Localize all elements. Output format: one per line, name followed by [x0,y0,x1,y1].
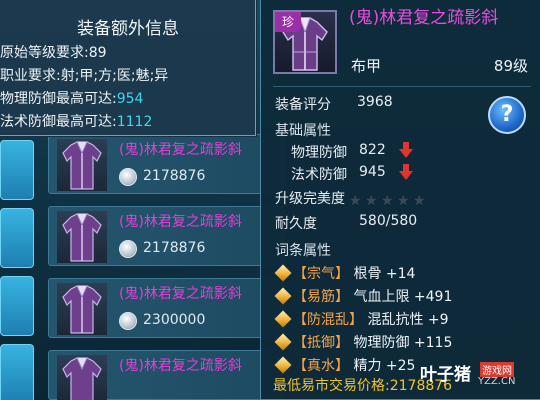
category-tab[interactable] [0,140,34,200]
affix-tag: 【易筋】 [293,289,349,305]
upgrade-perfection-label: 升级完美度 [275,191,345,207]
upgrade-stars: ★ ★ ★ ★ ★ [349,190,429,209]
affix-tag: 【防混乱】 [293,312,363,328]
extra-info-tooltip: 装备额外信息 原始等级要求:89 职业要求:射;甲;方;医;魅;异 物理防御最高… [0,0,256,136]
max-phys-def-line: 物理防御最高可达:954 [0,88,143,108]
watermark-logo-text: 叶子猪 [420,365,471,385]
list-item[interactable]: (鬼)林君复之疏影斜 2178876 [48,134,284,194]
affix-tag: 【真水】 [293,358,349,374]
phys-def-value: 822 [359,142,386,158]
category-tab[interactable] [0,276,34,336]
affix-line: 【抵御】 物理防御 +115 [293,332,452,352]
score-value: 3968 [357,94,393,110]
robe-icon [57,211,107,263]
site-watermark: 叶子猪 游戏网 YZZ.CN [416,360,536,396]
affix-line: 【易筋】 气血上限 +491 [293,286,452,306]
max-mag-def-line: 法术防御最高可达:1112 [0,111,152,131]
item-price: 2300000 [143,312,206,328]
help-button[interactable]: ? [488,96,526,134]
robe-icon [57,355,107,400]
item-icon: 珍 [273,10,337,74]
category-tab[interactable] [0,208,34,268]
line-label: 物理防御最高可达: [0,91,117,107]
item-name: (鬼)林君复之疏影斜 [119,142,242,158]
list-item[interactable]: (鬼)林君复之疏影斜 [48,350,284,400]
affix-line: 【真水】 精力 +25 [293,355,415,375]
mag-def-label: 法术防御 [291,167,347,183]
class-requirement-line: 职业要求:射;甲;方;医;魅;异 [0,65,168,85]
affix-text: 物理防御 +115 [353,335,453,351]
diamond-icon [274,356,292,374]
base-attributes-heading: 基础属性 [275,123,331,139]
phys-def-label: 物理防御 [291,145,347,161]
divider [273,86,531,87]
rarity-tag: 珍 [275,12,301,32]
affix-tag: 【抵御】 [293,335,349,351]
star-icon: ★ [381,193,394,209]
line-label: 原始等级要求: [0,45,89,61]
item-price: 2178876 [143,240,206,256]
list-item[interactable]: (鬼)林君复之疏影斜 2300000 [48,278,284,338]
tooltip-title: 装备额外信息 [77,19,179,39]
affix-line: 【宗气】 根骨 +14 [293,263,415,283]
silver-coin-icon [119,240,137,258]
star-icon: ★ [397,193,410,209]
durability-value: 580/580 [359,213,418,229]
line-label: 法术防御最高可达: [0,114,117,130]
robe-icon [57,139,107,191]
mag-def-value: 945 [359,164,386,180]
affix-text: 根骨 +14 [353,266,416,282]
watermark-url: YZZ.CN [478,376,516,387]
diamond-icon [274,264,292,282]
affix-attributes-heading: 词条属性 [275,243,331,259]
list-item[interactable]: (鬼)林君复之疏影斜 2178876 [48,206,284,266]
durability-label: 耐久度 [275,216,317,232]
affix-text: 气血上限 +491 [353,289,453,305]
diamond-icon [274,310,292,328]
min-price-label: 最低易市交易价格: [273,378,390,394]
line-label: 职业要求: [0,68,61,84]
silver-coin-icon [119,168,137,186]
line-value: 1112 [116,114,153,130]
star-icon: ★ [365,193,378,209]
watermark-sub: 游戏网 [480,362,514,377]
arrow-down-icon [399,164,413,180]
item-name: (鬼)林君复之疏影斜 [119,214,242,230]
line-value: 89 [88,45,107,61]
line-value: 954 [116,91,144,107]
original-level-line: 原始等级要求:89 [0,42,107,62]
star-icon: ★ [349,193,362,209]
item-level: 89级 [493,57,528,75]
star-icon: ★ [413,193,426,209]
category-tab[interactable] [0,344,34,400]
item-name: (鬼)林君复之疏影斜 [119,358,242,374]
diamond-icon [274,287,292,305]
diamond-icon [274,333,292,351]
score-label: 装备评分 [275,97,331,113]
item-title: (鬼)林君复之疏影斜 [349,8,499,28]
affix-tag: 【宗气】 [293,266,349,282]
line-value: 射;甲;方;医;魅;异 [60,68,169,84]
silver-coin-icon [119,312,137,330]
affix-line: 【防混乱】 混乱抗性 +9 [293,309,449,329]
affix-text: 混乱抗性 +9 [367,312,449,328]
arrow-down-icon [399,142,413,158]
affix-text: 精力 +25 [353,358,416,374]
item-price: 2178876 [143,168,206,184]
item-detail-panel: 珍 (鬼)林君复之疏影斜 布甲 89级 装备评分 3968 ? 基础属性 物理防… [260,0,540,400]
robe-icon [57,283,107,335]
item-name: (鬼)林君复之疏影斜 [119,286,242,302]
item-type: 布甲 [351,57,382,75]
